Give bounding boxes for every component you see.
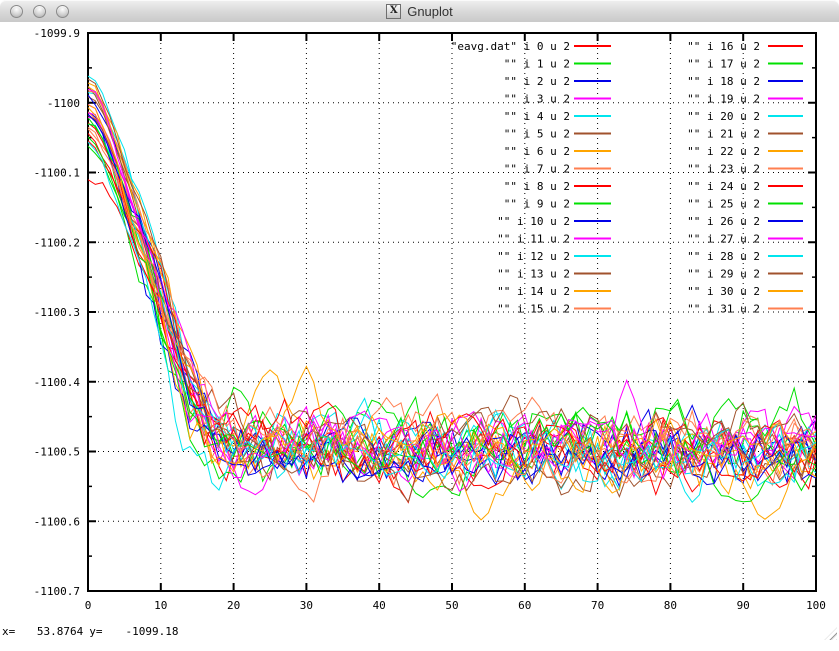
x-tick-label: 90 [737, 599, 750, 612]
x-tick-label: 60 [518, 599, 531, 612]
legend-entry-label: "" i 20 u 2 [687, 110, 760, 123]
x-tick-label: 0 [85, 599, 92, 612]
legend-entry-label: "" i 13 u 2 [497, 268, 570, 281]
legend-entry-label: "" i 28 u 2 [687, 250, 760, 263]
x-tick-label: 30 [300, 599, 313, 612]
legend-entry-label: "" i 30 u 2 [687, 285, 760, 298]
y-tick-label: -1099.9 [34, 27, 80, 40]
y-tick-label: -1100.5 [34, 446, 80, 459]
legend-entry-label: "" i 31 u 2 [687, 303, 760, 316]
x-tick-label: 100 [806, 599, 826, 612]
y-tick-label: -1100.1 [34, 167, 80, 180]
legend-entry-label: "" i 9 u 2 [504, 198, 570, 211]
y-tick-label: -1100.4 [34, 376, 81, 389]
y-tick-label: -1100.6 [34, 515, 80, 528]
legend-entry-label: "" i 10 u 2 [497, 215, 570, 228]
plot-canvas[interactable]: -1099.9 -1100 -1100.1 -1100.2 -1100.3 -1100.4… [0, 22, 839, 642]
legend-entry-label: "" i 22 u 2 [687, 145, 760, 158]
title-bar[interactable]: X Gnuplot [0, 0, 839, 23]
status-y-label: y= [89, 625, 102, 638]
legend-entry-label: "" i 26 u 2 [687, 215, 760, 228]
legend-entry-label: "" i 1 u 2 [504, 58, 570, 71]
gnuplot-window: X Gnuplot -1099.9 -1100 -1100.1 -1100.2 -110… [0, 0, 839, 642]
legend-entry-label: "" i 5 u 2 [504, 128, 570, 141]
legend-entry-label: "" i 19 u 2 [687, 93, 760, 106]
legend-entry-label: "" i 29 u 2 [687, 268, 760, 281]
y-tick-label: -1100.2 [34, 236, 80, 249]
legend-entry-label: "" i 6 u 2 [504, 145, 570, 158]
x-tick-label: 40 [373, 599, 386, 612]
legend-entry-label: "" i 12 u 2 [497, 250, 570, 263]
y-tick-label: -1100.3 [34, 306, 80, 319]
window-title: Gnuplot [407, 4, 453, 19]
legend-entry-label: "" i 27 u 2 [687, 233, 760, 246]
legend-entry-label: "" i 8 u 2 [504, 180, 570, 193]
x11-app-icon: X [386, 4, 401, 19]
legend-entry-label: "eavg.dat" i 0 u 2 [451, 40, 570, 53]
legend-entry-label: "" i 16 u 2 [687, 40, 760, 53]
window-title-wrap: X Gnuplot [0, 0, 839, 22]
legend-entry-label: "" i 21 u 2 [687, 128, 760, 141]
legend-entry-label: "" i 24 u 2 [687, 180, 760, 193]
status-x-value: 53.8764 [15, 625, 83, 638]
x-tick-label: 70 [591, 599, 604, 612]
status-x-label: x= [2, 625, 15, 638]
status-y-value: -1099.18 [103, 625, 179, 638]
y-tick-label: -1100 [47, 97, 80, 110]
legend-entry-label: "" i 25 u 2 [687, 198, 760, 211]
y-tick-label: -1100.7 [34, 585, 80, 598]
legend-entry-label: "" i 17 u 2 [687, 58, 760, 71]
x-tick-label: 50 [445, 599, 458, 612]
legend-entry-label: "" i 23 u 2 [687, 163, 760, 176]
legend-entry-label: "" i 4 u 2 [504, 110, 570, 123]
x-tick-label: 80 [664, 599, 677, 612]
legend-entry-label: "" i 11 u 2 [497, 233, 570, 246]
status-bar: x=53.8764 y=-1099.18 [2, 625, 179, 639]
legend-entry-label: "" i 3 u 2 [504, 93, 570, 106]
legend-entry-label: "" i 14 u 2 [497, 285, 570, 298]
gnuplot-canvas: -1099.9 -1100 -1100.1 -1100.2 -1100.3 -1100.4… [0, 22, 839, 642]
legend-entry-label: "" i 7 u 2 [504, 163, 570, 176]
legend-entry-label: "" i 15 u 2 [497, 303, 570, 316]
legend-entry-label: "" i 2 u 2 [504, 75, 570, 88]
legend-entry-label: "" i 18 u 2 [687, 75, 760, 88]
x-tick-label: 10 [154, 599, 167, 612]
x-tick-label: 20 [227, 599, 240, 612]
